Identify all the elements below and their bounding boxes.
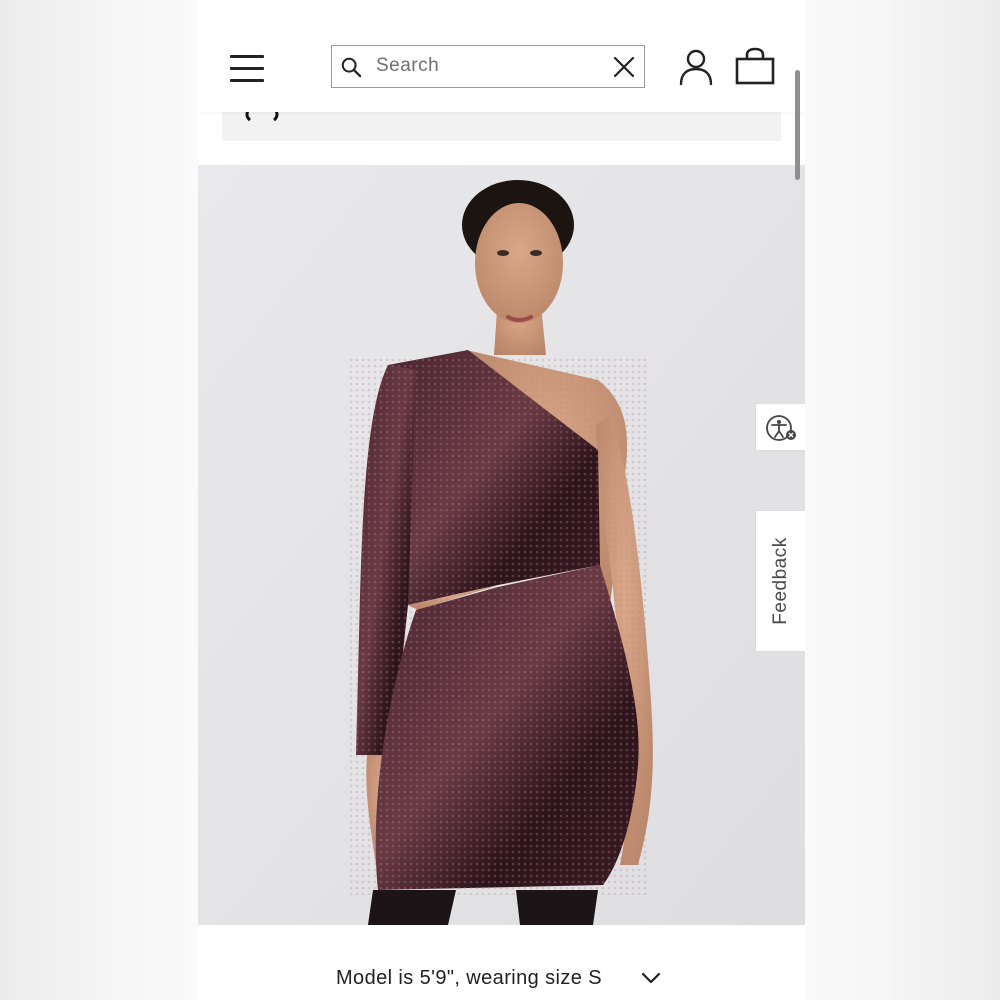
feedback-label: Feedback	[769, 537, 791, 625]
search-icon[interactable]	[340, 56, 362, 78]
accessibility-button[interactable]	[755, 403, 805, 451]
product-image[interactable]	[198, 165, 805, 925]
shopping-bag-icon[interactable]	[735, 46, 775, 86]
accessibility-icon	[766, 415, 796, 441]
search-input[interactable]	[376, 52, 596, 80]
model-info-text: Model is 5'9", wearing size S	[336, 967, 602, 989]
feedback-tab[interactable]: Feedback	[755, 510, 805, 652]
product-photo	[198, 165, 805, 925]
left-backdrop	[0, 0, 198, 1000]
promo-strip	[222, 108, 781, 141]
search-bar[interactable]	[331, 45, 645, 88]
model-info-toggle[interactable]: Model is 5'9", wearing size S	[198, 960, 805, 1000]
hamburger-icon[interactable]	[230, 52, 264, 84]
chevron-down-icon	[641, 972, 661, 984]
mobile-page: Feedback Model is 5'9", wearing size S	[198, 0, 805, 1000]
close-icon[interactable]	[612, 55, 636, 79]
user-icon[interactable]	[678, 48, 714, 86]
site-header	[198, 0, 805, 112]
right-backdrop	[805, 0, 1000, 1000]
scrollbar[interactable]	[795, 70, 800, 180]
